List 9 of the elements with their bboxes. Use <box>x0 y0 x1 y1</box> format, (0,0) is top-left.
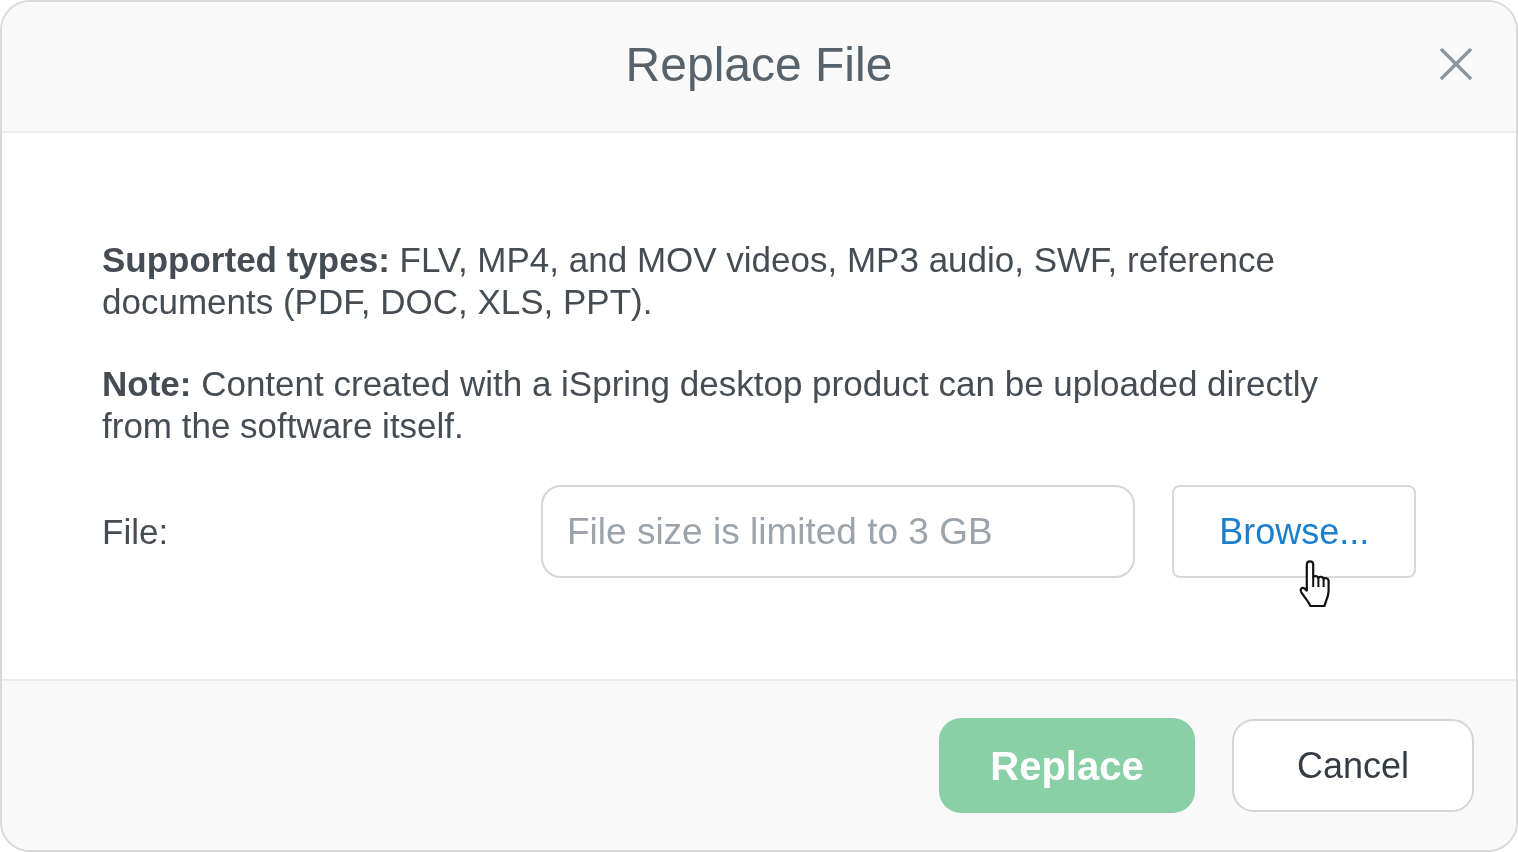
browse-button[interactable]: Browse... <box>1172 485 1416 578</box>
info-paragraph: Note: Content created with a iSpring desktop product can be uploaded directly from the software itself. <box>102 363 1319 447</box>
cancel-button[interactable]: Cancel <box>1232 719 1474 812</box>
file-input[interactable]: File size is limited to 3 GB <box>541 485 1136 578</box>
close-icon <box>1440 48 1472 80</box>
close-button[interactable] <box>1438 46 1474 82</box>
file-label: File: <box>102 510 170 553</box>
info-paragraph: Supported types: FLV, MP4, and MOV videos, MP3 audio, SWF, reference documents (PDF, DOC, XLS, PPT). <box>102 239 1276 323</box>
dialog-title: Replace File <box>625 36 893 93</box>
